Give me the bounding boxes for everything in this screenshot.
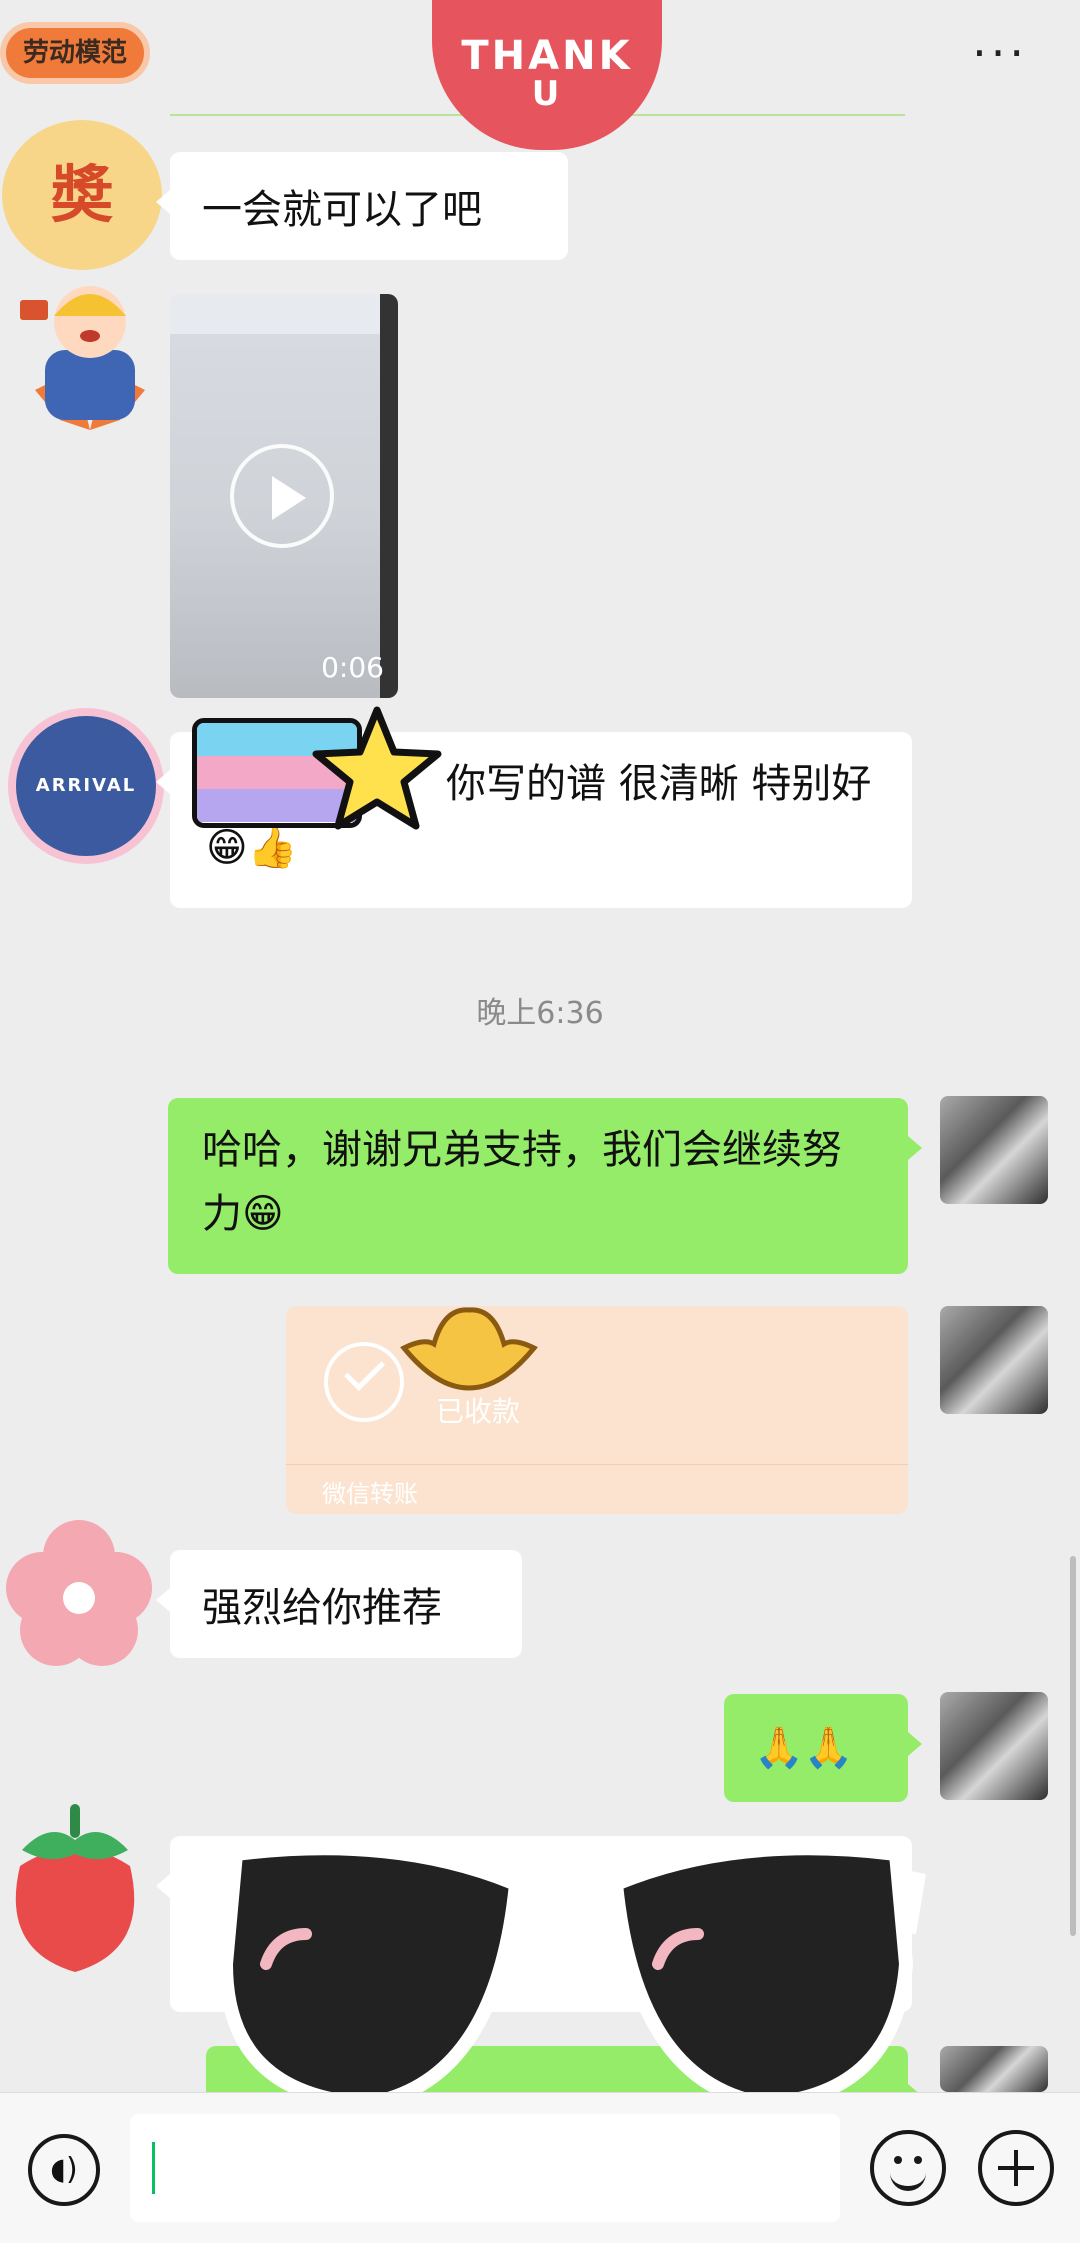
self-avatar[interactable] [940, 2046, 1048, 2092]
message-bubble-outgoing[interactable]: 哈哈，谢谢兄弟支持，我们会继续努力😁 [168, 1098, 922, 1274]
worker-sticker [20, 286, 145, 430]
message-bubble-outgoing[interactable]: 🙏🙏 [724, 1694, 922, 1802]
emoji-icon[interactable] [870, 2130, 946, 2206]
gold-ingot-sticker [400, 1307, 538, 1391]
self-avatar[interactable] [940, 1692, 1048, 1800]
more-options-icon[interactable]: ··· [972, 30, 1028, 76]
heart-u-text: U [531, 74, 563, 114]
play-icon[interactable] [230, 444, 334, 548]
self-avatar[interactable] [940, 1096, 1048, 1204]
model-worker-badge-sticker: 劳动模范 [0, 22, 150, 84]
video-thumbnail-edge [380, 294, 398, 698]
sunglasses-sticker [206, 1839, 926, 2112]
video-message[interactable]: 0:06 [170, 294, 398, 698]
transfer-label: 微信转账 [322, 1480, 418, 1508]
thank-you-heart-sticker: THANK U [432, 0, 662, 150]
message-text: 强烈给你推荐 [202, 1585, 442, 1631]
video-duration: 0:06 [321, 651, 384, 684]
scrollbar[interactable] [1070, 1556, 1076, 1936]
medal-sticker: 奬 [2, 120, 162, 270]
video-thumbnail-topbar [170, 294, 398, 334]
strawberry-sticker [15, 1804, 135, 1972]
transfer-divider [286, 1464, 908, 1465]
check-circle-icon [324, 1342, 404, 1422]
message-text: 一会就可以了吧 [202, 187, 482, 233]
heart-text: THANK [461, 33, 633, 79]
arrival-stamp-avatar[interactable]: ARRIVAL [8, 708, 164, 864]
flower-sticker [6, 1520, 152, 1666]
message-bubble-incoming[interactable]: 一会就可以了吧 [156, 152, 568, 260]
self-avatar[interactable] [940, 1306, 1048, 1414]
text-caret [152, 2142, 155, 2194]
message-text: 🙏🙏 [754, 1725, 854, 1771]
message-input[interactable] [130, 2114, 840, 2222]
message-text: 哈哈，谢谢兄弟支持，我们会继续努力😁 [202, 1127, 842, 1237]
message-bubble-incoming[interactable]: 强烈给你推荐 [156, 1550, 522, 1658]
wechat-transfer-card[interactable]: 00 已收款 微信转账 [286, 1306, 908, 1514]
star-sticker [312, 706, 442, 830]
message-timestamp: 晚上6:36 [476, 996, 604, 1031]
voice-input-icon[interactable]: ◖) [28, 2134, 100, 2206]
add-attachment-icon[interactable] [978, 2130, 1054, 2206]
